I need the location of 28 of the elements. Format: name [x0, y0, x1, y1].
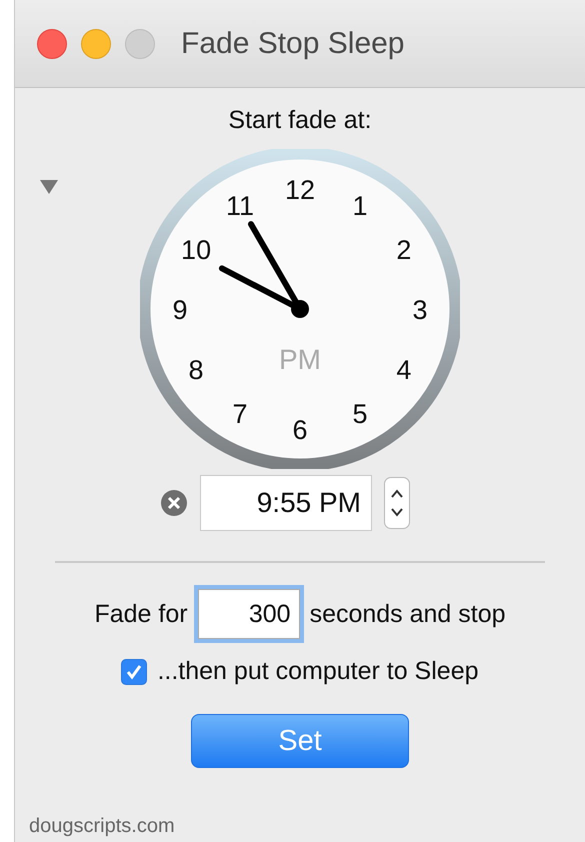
clock-meridiem: PM [279, 344, 321, 375]
close-button[interactable] [37, 28, 67, 58]
fade-label: Fade for [94, 600, 188, 628]
clock-numeral: 4 [396, 355, 412, 385]
time-stepper[interactable] [384, 477, 410, 529]
clock-numeral: 7 [232, 398, 248, 429]
clear-icon[interactable] [160, 489, 188, 517]
seconds-field[interactable]: 300 [198, 589, 300, 639]
clock-numeral: 10 [181, 235, 212, 265]
clock-numeral: 1 [352, 191, 368, 222]
clock-numeral: 6 [292, 415, 308, 445]
time-field[interactable]: 9:55 PM [200, 475, 372, 531]
clock-numeral: 12 [284, 175, 316, 205]
sleep-label: ...then put computer to Sleep [157, 657, 479, 686]
clock-numeral: 3 [412, 295, 428, 325]
clock-numeral: 8 [188, 355, 204, 385]
clock-numeral: 11 [226, 191, 254, 222]
checkmark-icon [125, 662, 144, 680]
disclosure-triangle-icon[interactable] [39, 178, 59, 196]
clock-numeral: 9 [172, 295, 188, 325]
clock-numeral: 2 [396, 235, 412, 265]
clock-center-pin [291, 300, 309, 318]
sleep-checkbox[interactable] [121, 658, 148, 684]
heading: Start fade at: [228, 106, 372, 135]
clock-numeral: 5 [352, 398, 368, 429]
seconds-label: seconds and stop [310, 600, 506, 628]
footer-text: dougscripts.com [29, 815, 175, 838]
window-title: Fade Stop Sleep [181, 26, 404, 60]
